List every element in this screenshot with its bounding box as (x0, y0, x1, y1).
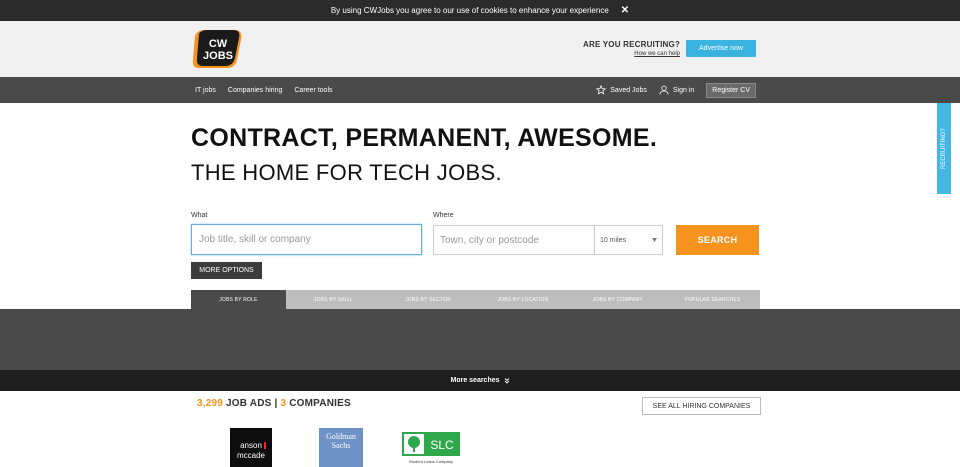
saved-jobs-label: Saved Jobs (610, 86, 647, 94)
star-icon (596, 85, 607, 95)
tab-jobs-by-location[interactable]: JOBS BY LOCATION (475, 290, 570, 309)
where-label: Where (433, 212, 454, 219)
recruiting-side-tab[interactable]: RECRUITING? (937, 103, 951, 194)
register-cv-button[interactable]: Register CV (706, 82, 756, 98)
more-options-button[interactable]: MORE OPTIONS (191, 262, 262, 279)
goldman-text: Goldman (326, 432, 356, 441)
what-search-input[interactable]: Job title, skill or company (191, 224, 422, 255)
companies-count: 3 (280, 398, 287, 409)
hero-title: CONTRACT, PERMANENT, AWESOME. (191, 124, 658, 152)
cwjobs-logo[interactable]: CW JOBS (191, 28, 243, 69)
double-chevron-down-icon (504, 377, 509, 384)
see-all-hiring-companies-button[interactable]: SEE ALL HIRING COMPANIES (642, 397, 761, 415)
tab-jobs-by-company[interactable]: JOBS BY COMPANY (570, 290, 665, 309)
more-searches-label: More searches (450, 377, 500, 384)
anson-text: anson (240, 441, 262, 450)
goldman-sachs-logo[interactable]: Goldman Sachs (319, 428, 363, 467)
radius-select[interactable]: 10 miles (594, 225, 663, 255)
job-ads-count: 3,299 (197, 398, 224, 409)
slc-text: SLC (430, 438, 454, 452)
sign-in-link[interactable]: Sign in (659, 85, 694, 95)
hero-subtitle: THE HOME FOR TECH JOBS. (191, 160, 502, 185)
tab-popular-searches[interactable]: POPULAR SEARCHES (665, 290, 760, 309)
what-label: What (191, 212, 208, 219)
sign-in-label: Sign in (672, 86, 695, 94)
close-icon[interactable]: ✕ (621, 5, 629, 16)
tab-jobs-by-skill[interactable]: JOBS BY SKILL (286, 290, 381, 309)
tab-jobs-by-sector[interactable]: JOBS BY SECTOR (381, 290, 476, 309)
site-header: CW JOBS ARE YOU RECRUITING? How we can h… (0, 21, 960, 77)
saved-jobs-link[interactable]: Saved Jobs (596, 85, 647, 95)
job-stats: 3,299 JOB ADS | 3 COMPANIES (197, 398, 351, 409)
chevron-down-icon (652, 238, 657, 242)
main-navbar: IT jobs Companies hiring Career tools Sa… (0, 77, 960, 103)
nav-right-group: Saved Jobs Sign in Register CV (596, 77, 756, 103)
nav-companies-hiring[interactable]: Companies hiring (228, 87, 282, 94)
cookie-banner: By using CWJobs you agree to our use of … (0, 0, 960, 21)
anson-mccade-logo[interactable]: anson mccade (230, 428, 272, 467)
search-button[interactable]: SEARCH (676, 225, 759, 255)
sachs-text: Sachs (332, 441, 351, 450)
nav-career-tools[interactable]: Career tools (294, 87, 332, 94)
mccade-text: mccade (237, 451, 266, 460)
companies-label: COMPANIES (289, 398, 351, 409)
logo-text-bottom: JOBS (203, 50, 233, 62)
logo-text-top: CW (209, 38, 228, 50)
recruiting-prompt: ARE YOU RECRUITING? How we can help (580, 40, 680, 57)
slc-caption: Student Loans Company (409, 459, 453, 464)
tab-content-panel (0, 309, 960, 370)
more-searches-toggle[interactable]: More searches (0, 370, 960, 391)
student-loans-company-logo[interactable]: SLC Student Loans Company (402, 432, 462, 467)
stats-separator: | (274, 398, 278, 409)
recruiting-question: ARE YOU RECRUITING? (583, 40, 680, 49)
nav-left-group: IT jobs Companies hiring Career tools (195, 77, 333, 103)
job-ads-label: JOB ADS (226, 398, 272, 409)
tab-jobs-by-role[interactable]: JOBS BY ROLE (191, 290, 286, 309)
how-we-can-help-link[interactable]: How we can help (580, 51, 680, 57)
radius-value: 10 miles (600, 236, 627, 244)
advertise-now-button[interactable]: Advertise now (686, 40, 756, 57)
cookie-message: By using CWJobs you agree to our use of … (330, 6, 609, 15)
browse-tabs: JOBS BY ROLE JOBS BY SKILL JOBS BY SECTO… (191, 290, 760, 309)
nav-it-jobs[interactable]: IT jobs (195, 87, 216, 94)
user-icon (659, 85, 669, 95)
where-location-input[interactable]: Town, city or postcode (433, 225, 594, 255)
